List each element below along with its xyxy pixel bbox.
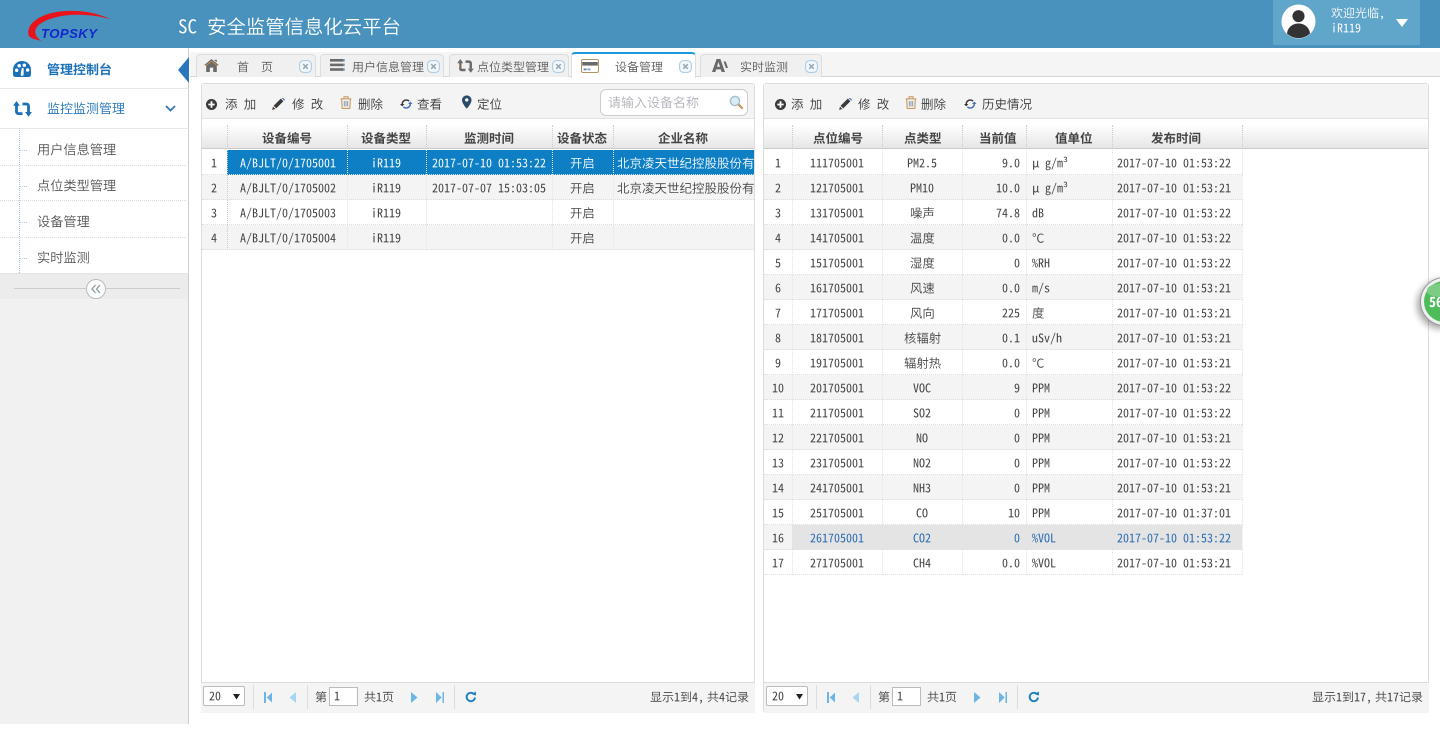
svg-text:TOPSKY: TOPSKY — [41, 26, 98, 41]
